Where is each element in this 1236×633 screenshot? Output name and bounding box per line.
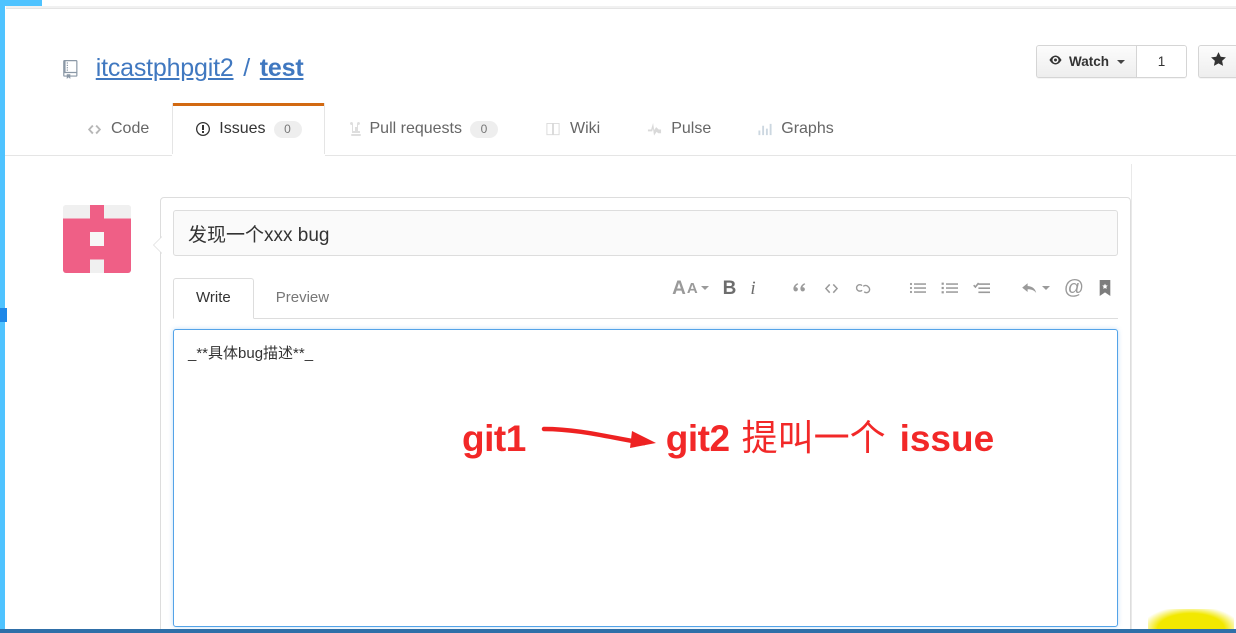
code-brackets-icon[interactable] [822,281,841,296]
issue-opened-icon [195,121,211,137]
issue-comment-box: 发现一个xxx bug Write Preview AA B i @ _**具体… [153,197,1131,633]
repo-nav: Code Issues 0 Pull requests 0 Wiki Pulse… [0,103,1236,156]
new-issue-form: 发现一个xxx bug Write Preview AA B i @ _**具体… [63,197,1236,633]
nav-item-graphs[interactable]: Graphs [734,103,856,155]
nav-item-pull-requests[interactable]: Pull requests 0 [325,103,522,155]
repo-nav-list: Code Issues 0 Pull requests 0 Wiki Pulse… [63,103,857,156]
tab-write[interactable]: Write [173,278,254,319]
repo-owner-link[interactable]: itcastphpgit2 [96,54,234,82]
page-left-edge-handle[interactable] [0,308,7,322]
task-list-icon[interactable] [972,280,991,296]
tab-preview[interactable]: Preview [254,289,351,318]
markdown-toolbar-group-extras: @ [1021,278,1112,298]
ordered-list-icon[interactable] [941,280,959,296]
pulse-icon [646,122,663,137]
repo-icon [63,54,80,88]
markdown-toolbar-group-text: AA B i [672,279,756,298]
git-pull-request-icon [348,121,362,137]
mention-icon[interactable]: @ [1064,278,1084,298]
repo-breadcrumb: itcastphpgit2 / test [63,51,304,88]
code-icon [86,122,103,137]
heading-icon[interactable]: AA [672,279,709,298]
markdown-toolbar: AA B i @ [672,278,1112,298]
watch-button[interactable]: Watch [1037,46,1137,77]
link-icon[interactable] [855,281,875,296]
nav-item-code[interactable]: Code [63,103,172,155]
bold-icon[interactable]: B [723,279,737,298]
yellow-blob-graphic [1148,609,1234,629]
repo-actions: Watch 1 [1036,45,1236,78]
issue-body-textarea[interactable]: _**具体bug描述**_ [173,329,1118,627]
repo-name-link[interactable]: test [260,54,304,82]
bubble-arrow-fill [154,236,163,254]
page-top-blue-strip [0,0,42,6]
nav-item-issues-count: 0 [273,120,302,138]
saved-replies-bookmark-icon[interactable] [1098,279,1112,297]
nav-item-wiki[interactable]: Wiki [521,103,623,155]
watch-button-label: Watch [1069,54,1109,69]
unordered-list-icon[interactable] [909,280,927,296]
star-icon [1210,51,1227,73]
watch-count[interactable]: 1 [1137,46,1186,77]
book-icon [544,122,562,137]
chevron-down-icon [700,286,709,290]
nav-item-graphs-label: Graphs [781,120,834,137]
star-button[interactable] [1199,46,1236,77]
nav-item-code-label: Code [111,120,150,137]
nav-item-pull-requests-label: Pull requests [369,120,463,137]
eye-icon [1048,54,1063,69]
repo-separator: / [243,54,251,82]
nav-item-pulse-label: Pulse [671,120,712,137]
page-top-edge [0,0,1236,6]
nav-item-issues-label: Issues [219,120,266,137]
issue-title-input[interactable]: 发现一个xxx bug [173,210,1118,256]
markdown-toolbar-group-lists [909,280,991,296]
chevron-down-icon [1117,59,1125,64]
nav-item-pulse[interactable]: Pulse [623,103,734,155]
nav-item-issues[interactable]: Issues 0 [172,103,325,156]
star-button-group [1198,45,1236,78]
watch-button-group: Watch 1 [1036,45,1187,78]
nav-item-wiki-label: Wiki [570,120,601,137]
markdown-toolbar-group-insert [790,280,875,296]
page-bottom-edge [0,629,1236,633]
italic-icon[interactable]: i [750,279,755,298]
sidebar-divider [1131,164,1132,629]
quote-icon[interactable] [790,280,808,296]
reply-icon[interactable] [1021,281,1050,296]
nav-item-pull-requests-count: 0 [470,120,498,138]
avatar[interactable] [63,205,131,273]
browser-page: itcastphpgit2 / test Watch 1 Code Issues… [0,0,1236,633]
repo-header: itcastphpgit2 / test Watch 1 [0,9,1236,103]
chevron-down-icon [1041,286,1050,290]
graph-icon [757,122,773,137]
